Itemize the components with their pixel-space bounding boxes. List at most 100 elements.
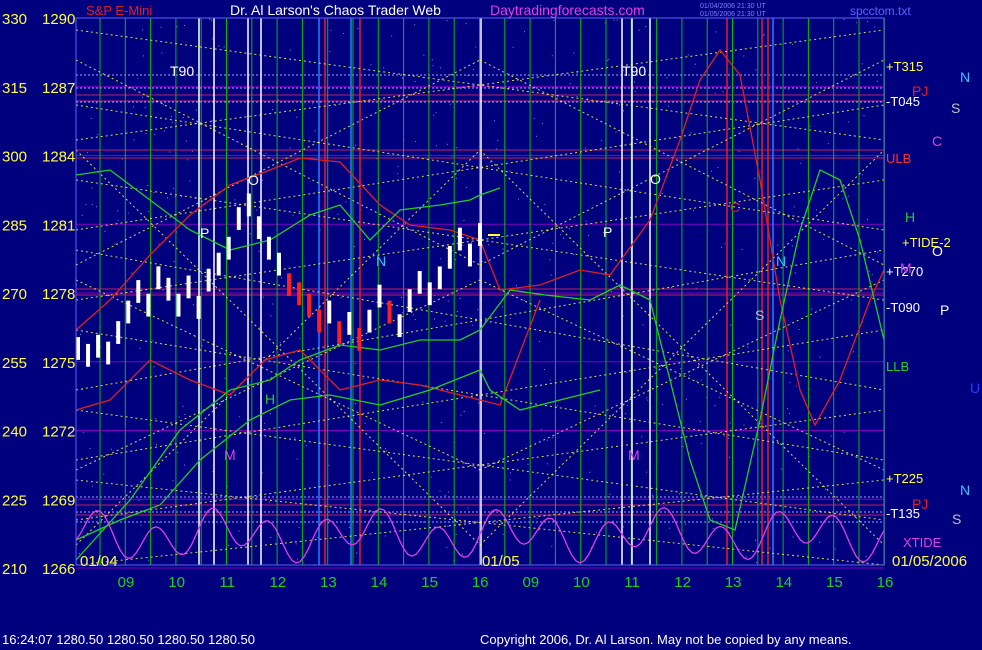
star [249,233,251,235]
star [710,170,712,172]
star [169,151,171,153]
star [298,526,300,528]
star [185,140,187,142]
star [297,558,299,560]
star [610,290,612,292]
star [177,451,179,453]
star [573,254,575,256]
star [661,193,663,195]
x-tick-label: 09 [118,574,135,591]
star [842,198,844,200]
star [536,135,538,137]
star [256,209,258,211]
y-tick-left: 210 [2,561,27,578]
star [272,303,274,305]
star [446,143,448,145]
star [787,88,789,90]
star [85,204,87,206]
star [89,448,91,450]
chart-marker: O [248,172,259,188]
star [146,95,148,97]
star [381,522,383,524]
star [553,19,555,21]
star [512,513,514,515]
star [551,55,553,57]
star [666,77,668,79]
star [803,75,805,77]
star [311,103,313,105]
star [176,26,178,28]
chart-marker: N [376,253,386,269]
star [211,119,213,121]
star [794,272,796,274]
star [671,287,673,289]
star [189,180,191,182]
right-level-label: XTIDE [903,535,942,550]
star [819,356,821,358]
star [668,527,670,529]
star [182,405,184,407]
planet-label: C [932,133,942,149]
star [641,436,643,438]
star [271,108,273,110]
filename-label: spcctom.txt [850,4,911,18]
star [792,43,794,45]
star [104,230,106,232]
star [80,333,82,335]
star [208,18,210,20]
star [448,491,450,493]
star [676,90,678,92]
star [81,214,83,216]
star [573,52,575,54]
x-tick-label: 16 [877,574,894,591]
star [472,68,474,70]
right-level-label: -T090 [886,300,920,315]
star [337,213,339,215]
star [536,517,538,519]
x-tick-label: 12 [674,574,691,591]
star [495,148,497,150]
star [676,137,678,139]
star [261,472,263,474]
star [265,152,267,154]
star [279,342,281,344]
y-tick-left: 330 [2,11,27,28]
chart-marker: N [776,253,786,269]
star [721,247,723,249]
star [722,91,724,93]
quote-status: 16:24:07 1280.50 1280.50 1280.50 1280.50 [2,632,256,647]
star [834,548,836,550]
y-tick-price: 1269 [42,492,75,509]
star [455,177,457,179]
star [195,109,197,111]
star [589,471,591,473]
y-tick-price: 1266 [42,561,75,578]
star [729,456,731,458]
star [218,45,220,47]
star [127,212,129,214]
star [647,399,649,401]
star [542,122,544,124]
planet-label: S [952,511,961,527]
star [163,104,165,106]
star [668,105,670,107]
star [299,210,301,212]
star [114,243,116,245]
star [364,422,366,424]
star [381,99,383,101]
star [91,485,93,487]
star [546,463,548,465]
star [544,203,546,205]
star [172,187,174,189]
star [299,338,301,340]
timestamp-line-1: 01/04/2006 21:30 UT [700,3,766,10]
chart-marker: S [755,307,764,323]
star [622,526,624,528]
star [853,351,855,353]
star [543,369,545,371]
star [183,464,185,466]
star [816,209,818,211]
star [446,546,448,548]
y-tick-price: 1284 [42,149,75,166]
chart-marker: M [224,447,236,463]
